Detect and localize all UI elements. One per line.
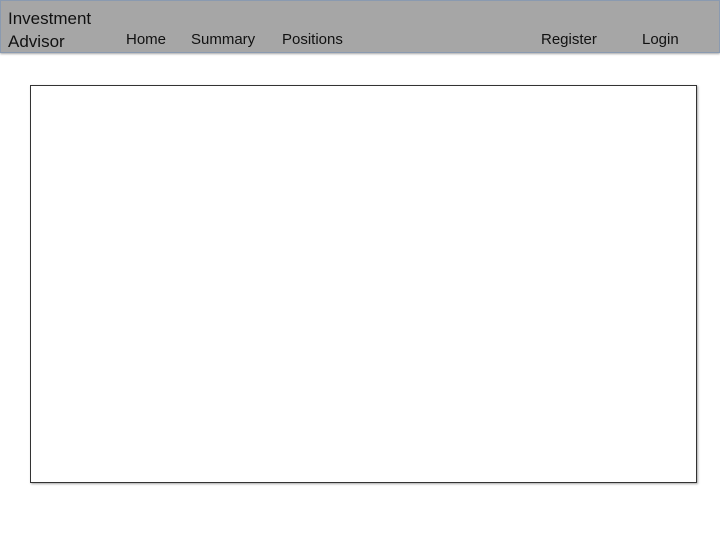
nav-summary-link[interactable]: Summary [191,31,255,49]
app-brand[interactable]: Investment Advisor [8,7,91,53]
nav-login-link[interactable]: Login [642,31,679,49]
top-navigation-bar: Investment Advisor Home Summary Position… [0,0,720,53]
main-content-panel [30,85,697,483]
nav-home-link[interactable]: Home [126,31,166,49]
brand-line-2: Advisor [8,32,65,51]
brand-line-1: Investment [8,9,92,28]
nav-positions-link[interactable]: Positions [282,31,343,49]
nav-register-link[interactable]: Register [541,31,597,49]
